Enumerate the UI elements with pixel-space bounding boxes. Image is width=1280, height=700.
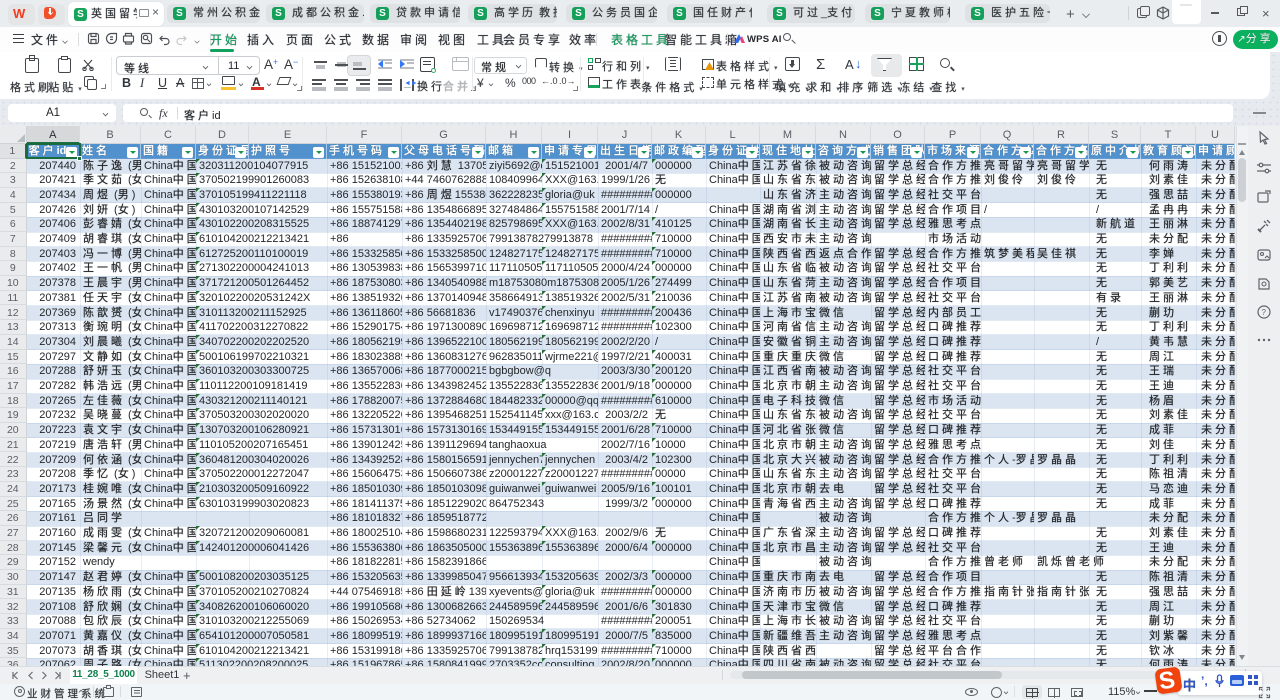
svg-text:?: ? — [1262, 308, 1267, 317]
